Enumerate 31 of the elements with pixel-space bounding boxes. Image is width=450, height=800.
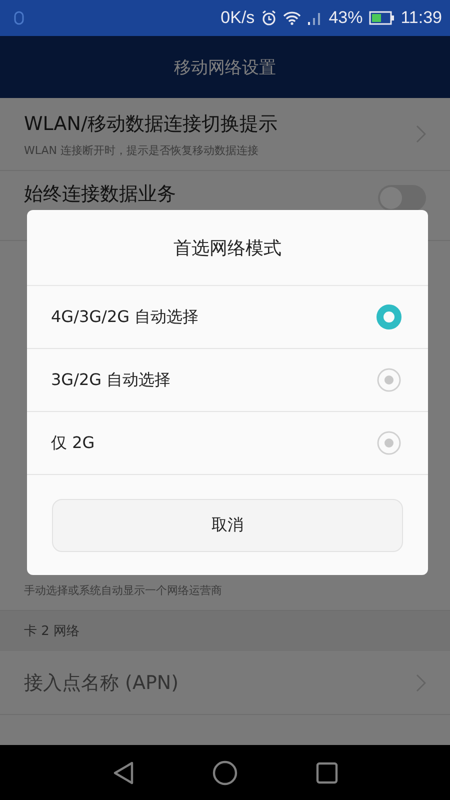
radio-option[interactable]: 4G/3G/2G 自动选择	[27, 286, 428, 349]
option-label: 4G/3G/2G 自动选择	[51, 306, 199, 328]
alarm-icon	[260, 10, 277, 26]
recents-icon[interactable]	[316, 762, 338, 784]
clock: 11:39	[400, 8, 442, 28]
toggle-switch[interactable]	[378, 185, 426, 211]
page-title: 移动网络设置	[174, 56, 276, 78]
notification-icon	[14, 11, 24, 25]
radio-icon[interactable]	[376, 430, 402, 456]
dialog-title: 首选网络模式	[27, 210, 428, 286]
battery-icon	[368, 11, 395, 25]
setting-row[interactable]: WLAN/移动数据连接切换提示 WLAN 连接断开时，提示是否恢复移动数据连接	[0, 98, 450, 171]
home-icon[interactable]	[212, 760, 238, 786]
setting-title: 始终连接数据业务	[24, 182, 176, 207]
option-label: 3G/2G 自动选择	[51, 370, 171, 390]
radio-selected-icon[interactable]	[376, 304, 402, 330]
setting-description: WLAN 连接断开时，提示是否恢复移动数据连接	[24, 142, 260, 158]
setting-title: 接入点名称 (APN)	[24, 670, 179, 696]
section-title: 卡 2 网络	[24, 623, 80, 640]
radio-option[interactable]: 3G/2G 自动选择	[27, 349, 428, 412]
setting-title: WLAN/移动数据连接切换提示	[24, 112, 278, 136]
cancel-button[interactable]: 取消	[52, 498, 403, 552]
network-speed: 0K/s	[220, 8, 255, 28]
radio-icon[interactable]	[376, 367, 402, 393]
setting-description: 手动选择或系统自动显示一个网络运营商	[24, 582, 222, 598]
battery-percent: 43%	[328, 8, 363, 28]
radio-option[interactable]: 仅 2G	[27, 412, 428, 475]
signal-icon	[306, 11, 323, 25]
back-icon[interactable]	[112, 760, 134, 784]
option-label: 仅 2G	[51, 432, 95, 454]
wifi-icon	[282, 11, 301, 25]
